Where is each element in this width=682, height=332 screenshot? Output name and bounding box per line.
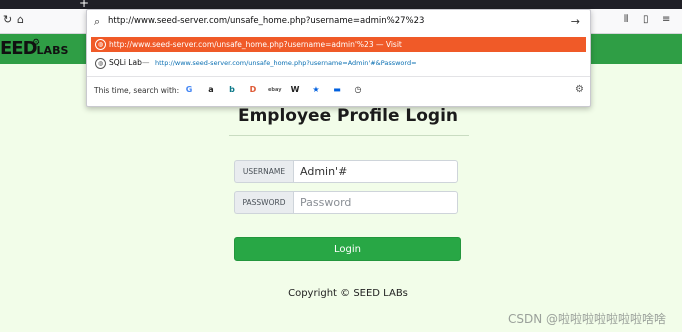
username-input[interactable]: Admin'# [293, 160, 458, 183]
new-tab-button[interactable]: + [79, 0, 89, 9]
csdn-watermark: CSDN @啦啦啦啦啦啦啦啥啥 [507, 312, 666, 326]
copyright-text: Copyright © SEED LABs [288, 288, 408, 299]
suggestion-bookmark[interactable]: ◍ SQLi Lab — http://www.seed-server.com/… [91, 56, 586, 70]
url-bar[interactable]: ⌕ http://www.seed-server.com/unsafe_home… [91, 13, 586, 32]
home-icon[interactable]: ⌂ [17, 13, 24, 26]
page-title: Employee Profile Login [237, 106, 459, 126]
search-with-label: This time, search with: [94, 86, 180, 95]
title-divider [229, 135, 469, 136]
google-icon[interactable]: G [183, 84, 195, 96]
url-dropdown-panel: ⌕ http://www.seed-server.com/unsafe_home… [86, 9, 591, 107]
gear-icon: ⚙ [32, 38, 41, 48]
amazon-icon[interactable]: a [205, 84, 217, 96]
suggestion-url: http://www.seed-server.com/unsafe_home.p… [155, 59, 417, 67]
tabs-icon[interactable]: ▬ [331, 84, 343, 96]
history-icon[interactable]: ◷ [352, 84, 364, 96]
wikipedia-icon[interactable]: W [289, 84, 301, 96]
sidebar-icon[interactable]: ▯ [643, 14, 649, 25]
bookmarks-star-icon[interactable]: ★ [310, 84, 322, 96]
password-label: PASSWORD [234, 191, 293, 214]
tab-strip: + [0, 0, 682, 9]
go-arrow-icon[interactable]: → [571, 15, 580, 28]
suggestion-title: SQLi Lab [109, 58, 142, 67]
suggestion-separator: — [142, 58, 150, 67]
reload-icon[interactable]: ↻ [3, 13, 12, 26]
panel-divider [87, 76, 590, 77]
username-label: USERNAME [234, 160, 293, 183]
password-input[interactable]: Password [293, 191, 458, 214]
settings-gear-icon[interactable]: ⚙ [575, 84, 584, 95]
globe-icon: ◍ [95, 39, 106, 50]
duckduckgo-icon[interactable]: D [247, 84, 259, 96]
url-input[interactable]: http://www.seed-server.com/unsafe_home.p… [108, 16, 424, 26]
library-icon[interactable]: ⫴ [624, 14, 628, 25]
login-button[interactable]: Login [234, 237, 461, 261]
search-icon: ⌕ [94, 15, 101, 28]
username-field-group: USERNAME Admin'# [234, 160, 460, 183]
password-field-group: PASSWORD Password [234, 191, 460, 214]
suggestion-visit[interactable]: ◍ http://www.seed-server.com/unsafe_home… [91, 37, 586, 52]
menu-icon[interactable]: ≡ [662, 14, 670, 25]
seed-labs-logo: EEDLABS ⚙ [0, 38, 69, 59]
globe-icon: ◍ [95, 58, 106, 69]
bing-icon[interactable]: b [226, 84, 238, 96]
ebay-icon[interactable]: ebay [268, 84, 281, 96]
suggestion-text: http://www.seed-server.com/unsafe_home.p… [109, 40, 402, 49]
